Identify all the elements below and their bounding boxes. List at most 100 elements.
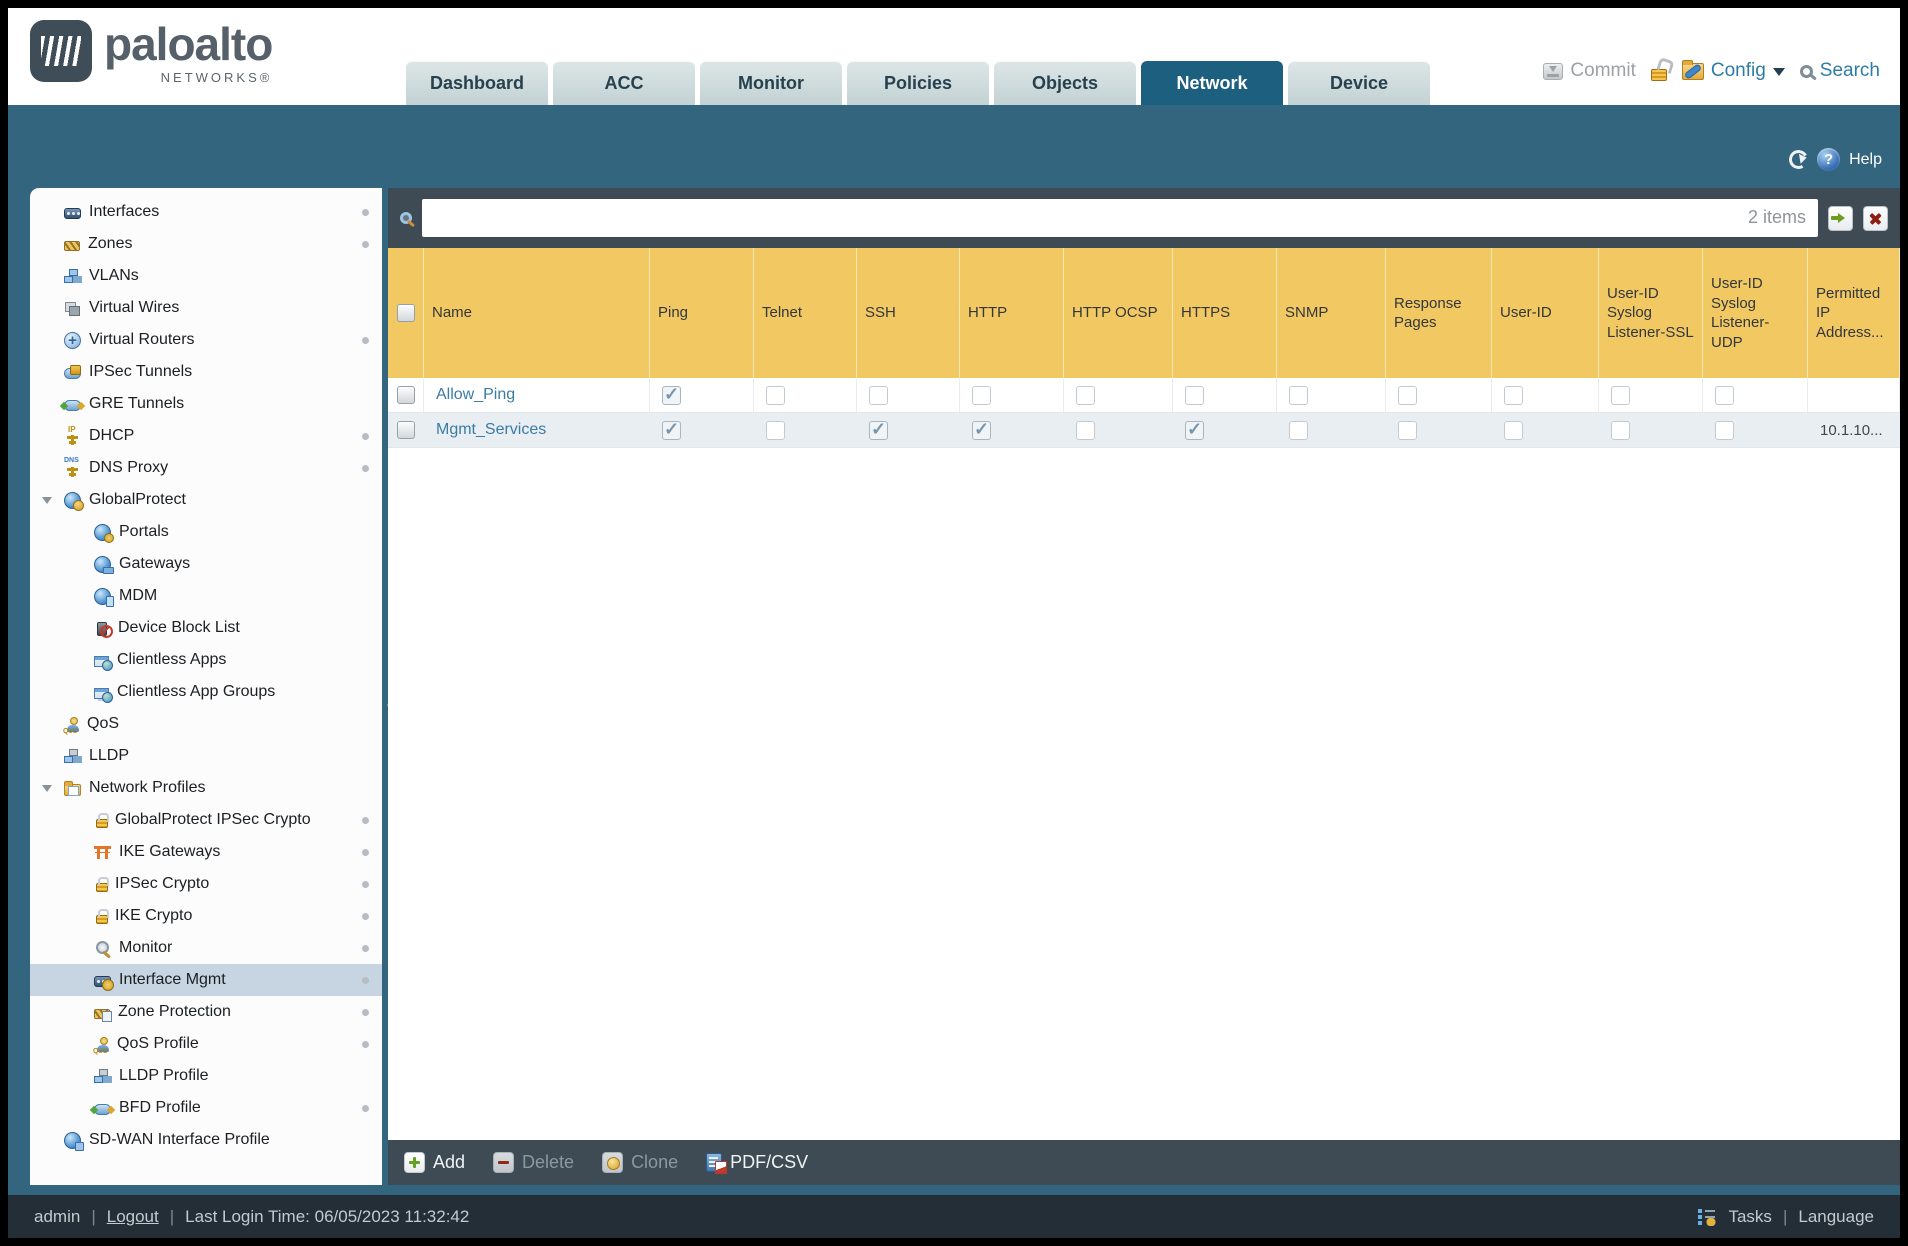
global-search-button[interactable]: Search (1799, 60, 1880, 82)
sidebar-item-interface-mgmt[interactable]: Interface Mgmt (30, 964, 382, 996)
sidebar-item-clientless-apps[interactable]: Clientless Apps (30, 644, 382, 676)
sidebar-item-gateways[interactable]: Gateways (30, 548, 382, 580)
service-checkbox-http_ocsp[interactable] (1076, 385, 1095, 405)
config-menu-button[interactable]: Config (1681, 59, 1785, 82)
sidebar-item-bfd-profile[interactable]: BFD Profile (30, 1092, 382, 1124)
tab-monitor[interactable]: Monitor (700, 61, 842, 105)
entry-name-link[interactable]: Allow_Ping (436, 386, 515, 404)
sidebar-item-ike-crypto[interactable]: IKE Crypto (30, 900, 382, 932)
tab-objects[interactable]: Objects (994, 61, 1136, 105)
service-checkbox-response_pages[interactable] (1398, 385, 1417, 405)
apply-filter-button[interactable] (1828, 205, 1853, 231)
service-checkbox-https[interactable] (1185, 385, 1204, 405)
service-checkbox-uid_syslog_udp[interactable] (1715, 385, 1734, 405)
sidebar-item-network-profiles[interactable]: Network Profiles (30, 772, 382, 804)
delete-button[interactable]: Delete (493, 1152, 574, 1173)
column-header-name[interactable]: Name (424, 248, 650, 378)
row-select-checkbox[interactable] (396, 421, 415, 439)
tab-network[interactable]: Network (1141, 61, 1283, 105)
service-checkbox-snmp[interactable] (1289, 420, 1308, 440)
service-checkbox-user_id[interactable] (1504, 385, 1523, 405)
service-checkbox-uid_syslog_ssl[interactable] (1611, 420, 1630, 440)
refresh-icon[interactable] (1786, 147, 1811, 172)
column-header-telnet[interactable]: Telnet (754, 248, 857, 378)
column-header-response_pages[interactable]: Response Pages (1386, 248, 1492, 378)
column-header-permitted_ip[interactable]: Permitted IP Address... (1808, 248, 1900, 378)
tab-device[interactable]: Device (1288, 61, 1430, 105)
sidebar-item-interfaces[interactable]: Interfaces (30, 196, 382, 228)
table-row-allow-ping[interactable]: Allow_Ping (388, 378, 1900, 413)
sidebar-item-sd-wan-interface-profile[interactable]: SD-WAN Interface Profile (30, 1124, 382, 1156)
sidebar-item-gre-tunnels[interactable]: GRE Tunnels (30, 388, 382, 420)
entry-name-link[interactable]: Mgmt_Services (436, 421, 546, 439)
sidebar-item-zone-protection[interactable]: Zone Protection (30, 996, 382, 1028)
sidebar-item-ike-gateways[interactable]: IKE Gateways (30, 836, 382, 868)
service-checkbox-response_pages[interactable] (1398, 420, 1417, 440)
column-header-ssh[interactable]: SSH (857, 248, 960, 378)
service-checkbox-telnet[interactable] (766, 420, 785, 440)
select-all-checkbox[interactable] (396, 304, 415, 322)
sidebar-item-globalprotect[interactable]: GlobalProtect (30, 484, 382, 516)
column-header-user_id[interactable]: User-ID (1492, 248, 1599, 378)
service-checkbox-uid_syslog_udp[interactable] (1715, 420, 1734, 440)
sidebar-item-qos[interactable]: QoS (30, 708, 382, 740)
add-button[interactable]: Add (404, 1152, 465, 1173)
service-checkbox-https[interactable] (1185, 419, 1204, 440)
sidebar-item-lldp[interactable]: LLDP (30, 740, 382, 772)
tasks-label[interactable]: Tasks (1728, 1207, 1771, 1227)
sidebar-item-virtual-wires[interactable]: Virtual Wires (30, 292, 382, 324)
sidebar-item-monitor[interactable]: Monitor (30, 932, 382, 964)
lock-open-icon[interactable] (1650, 68, 1667, 81)
service-checkbox-ssh[interactable] (869, 385, 888, 405)
service-checkbox-http_ocsp[interactable] (1076, 420, 1095, 440)
column-header-http_ocsp[interactable]: HTTP OCSP (1064, 248, 1173, 378)
column-header-snmp[interactable]: SNMP (1277, 248, 1386, 378)
tab-dashboard[interactable]: Dashboard (406, 61, 548, 105)
sidebar-item-clientless-app-groups[interactable]: Clientless App Groups (30, 676, 382, 708)
filter-input[interactable] (422, 199, 1818, 237)
sidebar-item-dns-proxy[interactable]: DNS Proxy (30, 452, 382, 484)
language-label[interactable]: Language (1798, 1207, 1874, 1227)
service-checkbox-ping[interactable] (662, 419, 681, 440)
column-header-uid_syslog_udp[interactable]: User-ID Syslog Listener-UDP (1703, 248, 1808, 378)
pdf-csv-button[interactable]: PDF/CSV (706, 1152, 808, 1174)
sidebar-item-vlans[interactable]: VLANs (30, 260, 382, 292)
sidebar-item-dhcp[interactable]: DHCP (30, 420, 382, 452)
column-header-ping[interactable]: Ping (650, 248, 754, 378)
clear-filter-button[interactable] (1863, 205, 1888, 231)
tasks-icon[interactable] (1697, 1207, 1718, 1226)
logout-link[interactable]: Logout (107, 1207, 159, 1227)
service-checkbox-ping[interactable] (662, 384, 681, 405)
clone-button[interactable]: Clone (602, 1152, 678, 1173)
service-checkbox-http[interactable] (972, 385, 991, 405)
sidebar-item-ipsec-crypto[interactable]: IPSec Crypto (30, 868, 382, 900)
column-header-https[interactable]: HTTPS (1173, 248, 1277, 378)
tab-policies[interactable]: Policies (847, 61, 989, 105)
sidebar-item-portals[interactable]: Portals (30, 516, 382, 548)
column-header-http[interactable]: HTTP (960, 248, 1064, 378)
sidebar-item-ipsec-tunnels[interactable]: IPSec Tunnels (30, 356, 382, 388)
sidebar-item-globalprotect-ipsec-crypto[interactable]: GlobalProtect IPSec Crypto (30, 804, 382, 836)
commit-button[interactable]: Commit (1543, 60, 1636, 82)
service-checkbox-snmp[interactable] (1289, 385, 1308, 405)
sidebar-item-zones[interactable]: Zones (30, 228, 382, 260)
sidebar-item-virtual-routers[interactable]: Virtual Routers (30, 324, 382, 356)
tab-acc[interactable]: ACC (553, 61, 695, 105)
service-checkbox-ssh[interactable] (869, 419, 888, 440)
service-checkbox-uid_syslog_ssl[interactable] (1611, 385, 1630, 405)
service-checkbox-telnet[interactable] (766, 385, 785, 405)
column-header-uid_syslog_ssl[interactable]: User-ID Syslog Listener-SSL (1599, 248, 1703, 378)
sidebar-item-device-block-list[interactable]: Device Block List (30, 612, 382, 644)
row-select-checkbox[interactable] (396, 386, 415, 404)
sidebar-item-qos-profile[interactable]: QoS Profile (30, 1028, 382, 1060)
expander-triangle-icon[interactable] (42, 497, 52, 509)
service-checkbox-http[interactable] (972, 419, 991, 440)
select-all-header[interactable] (388, 248, 424, 378)
table-row-mgmt-services[interactable]: Mgmt_Services 10.1.10... (388, 413, 1900, 448)
help-label[interactable]: Help (1849, 151, 1882, 169)
service-checkbox-user_id[interactable] (1504, 420, 1523, 440)
sidebar-item-lldp-profile[interactable]: LLDP Profile (30, 1060, 382, 1092)
expander-triangle-icon[interactable] (42, 785, 52, 797)
sidebar-item-mdm[interactable]: MDM (30, 580, 382, 612)
help-icon[interactable] (1817, 148, 1841, 171)
